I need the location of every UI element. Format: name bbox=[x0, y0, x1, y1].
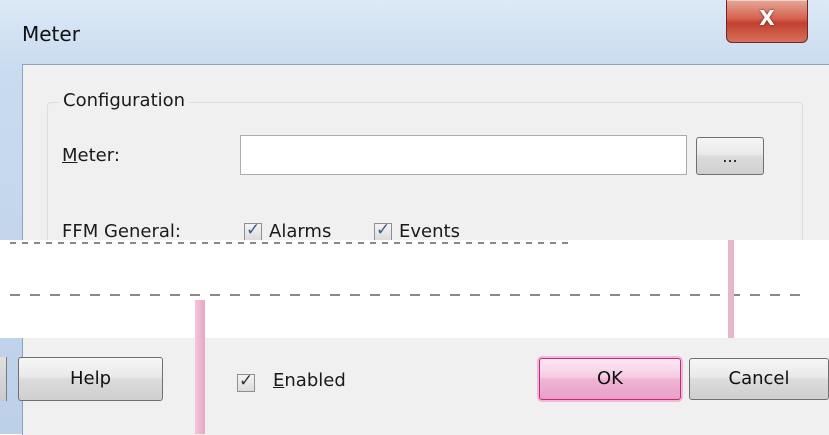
alarms-checkbox[interactable] bbox=[244, 220, 262, 241]
meter-label-text: eter: bbox=[77, 145, 120, 166]
meter-label: Meter: bbox=[62, 145, 120, 166]
ffm-general-label: FFM General: bbox=[62, 221, 181, 242]
configuration-group-title: Configuration bbox=[59, 90, 190, 111]
enabled-label-accesskey: E bbox=[273, 370, 285, 391]
title-bar[interactable]: Meter X bbox=[0, 0, 829, 64]
help-button[interactable]: Help bbox=[18, 357, 163, 401]
events-label[interactable]: Events bbox=[399, 221, 460, 242]
meter-input[interactable] bbox=[240, 135, 687, 175]
torn-edge-line bbox=[10, 294, 800, 296]
enabled-label[interactable]: Enabled bbox=[273, 370, 346, 391]
enabled-checkbox[interactable] bbox=[237, 371, 255, 392]
window-title: Meter bbox=[22, 22, 80, 46]
events-checkbox[interactable] bbox=[374, 220, 392, 241]
torn-edge-stripe bbox=[195, 300, 205, 434]
close-icon: X bbox=[759, 6, 775, 30]
torn-image-band bbox=[0, 240, 829, 338]
clipped-button-edge bbox=[0, 357, 7, 401]
meter-label-accesskey: M bbox=[62, 145, 78, 166]
enabled-label-text: nabled bbox=[284, 370, 346, 391]
meter-dialog-window: Meter X Configuration Meter: ... FFM Gen… bbox=[0, 0, 829, 435]
ok-button[interactable]: OK bbox=[539, 358, 681, 400]
cancel-button[interactable]: Cancel bbox=[689, 358, 829, 400]
torn-edge-line bbox=[10, 242, 570, 244]
browse-button[interactable]: ... bbox=[696, 137, 764, 175]
close-button[interactable]: X bbox=[726, 0, 808, 43]
torn-edge-mark bbox=[728, 240, 734, 338]
alarms-label[interactable]: Alarms bbox=[269, 221, 331, 242]
